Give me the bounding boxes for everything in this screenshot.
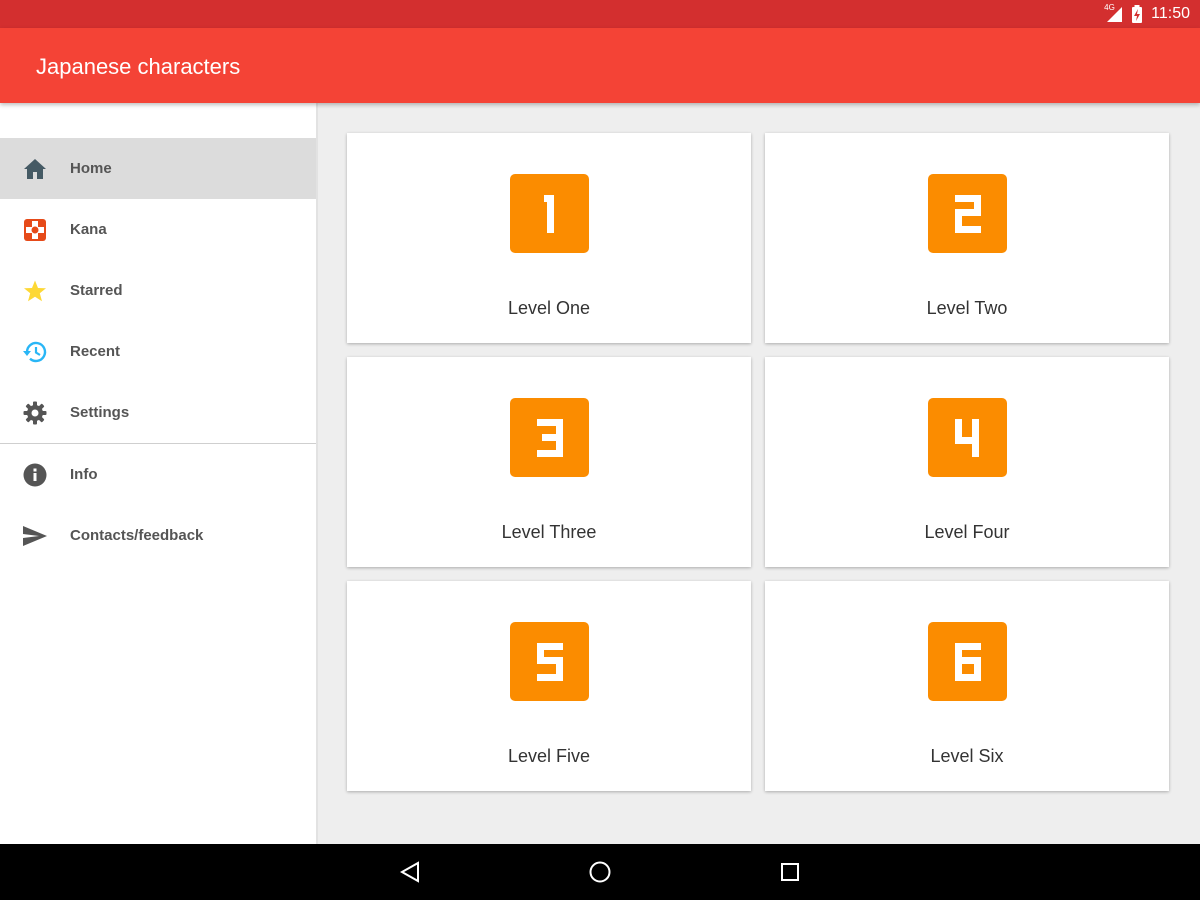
gear-icon — [22, 400, 48, 426]
level-label: Level One — [507, 298, 591, 318]
drawer-item-contacts-feedback[interactable]: Contacts/feedback — [0, 505, 316, 566]
drawer-item-home[interactable]: Home — [0, 138, 316, 199]
status-bar: 4G 11:50 — [0, 0, 1200, 28]
level-badge — [928, 174, 1007, 253]
level-label: Level Two — [926, 298, 1008, 318]
drawer-item-label: Info — [70, 466, 98, 483]
navigation-drawer: Home Kana Starred Recent Settings Info C… — [0, 103, 318, 844]
level-badge — [928, 398, 1007, 477]
send-icon — [22, 523, 48, 549]
battery-charging-icon — [1131, 5, 1143, 23]
drawer-item-settings[interactable]: Settings — [0, 382, 316, 443]
level-card-four[interactable]: Level Four — [765, 357, 1169, 567]
drawer-item-recent[interactable]: Recent — [0, 321, 316, 382]
level-badge — [510, 174, 589, 253]
drawer-item-info[interactable]: Info — [0, 444, 316, 505]
drawer-item-label: Contacts/feedback — [70, 527, 204, 544]
drawer-item-label: Settings — [70, 404, 130, 421]
recents-icon[interactable] — [776, 858, 804, 886]
level-grid: Level One Level Two Level Three Level Fo… — [347, 133, 1169, 791]
level-card-six[interactable]: Level Six — [765, 581, 1169, 791]
level-card-three[interactable]: Level Three — [347, 357, 751, 567]
level-card-one[interactable]: Level One — [347, 133, 751, 343]
drawer-item-label: Recent — [70, 343, 121, 360]
info-icon — [22, 462, 48, 488]
app-title: Japanese characters — [36, 54, 241, 79]
level-badge — [928, 622, 1007, 701]
star-icon — [22, 278, 48, 304]
level-label: Level Six — [930, 746, 1004, 766]
signal-icon: 4G — [1103, 3, 1123, 23]
home-icon — [22, 156, 48, 182]
level-label: Level Four — [924, 522, 1010, 542]
app-bar: Japanese characters — [0, 28, 1200, 103]
level-badge — [510, 622, 589, 701]
level-card-five[interactable]: Level Five — [347, 581, 751, 791]
level-badge — [510, 398, 589, 477]
drawer-item-label: Starred — [70, 282, 123, 299]
status-icons: 4G 11:50 — [1103, 0, 1190, 28]
home-circle-icon[interactable] — [586, 858, 614, 886]
level-card-two[interactable]: Level Two — [765, 133, 1169, 343]
system-nav-bar — [0, 844, 1200, 900]
drawer-item-starred[interactable]: Starred — [0, 260, 316, 321]
drawer-list: Home Kana Starred Recent Settings Info C… — [0, 138, 316, 566]
status-time: 11:50 — [1151, 5, 1190, 22]
history-icon — [22, 339, 48, 365]
level-label: Level Three — [501, 522, 597, 542]
back-icon[interactable] — [396, 858, 424, 886]
drawer-item-label: Kana — [70, 221, 107, 238]
level-label: Level Five — [507, 746, 591, 766]
drawer-item-label: Home — [70, 160, 112, 177]
drawer-item-kana[interactable]: Kana — [0, 199, 316, 260]
kana-icon — [22, 217, 48, 243]
